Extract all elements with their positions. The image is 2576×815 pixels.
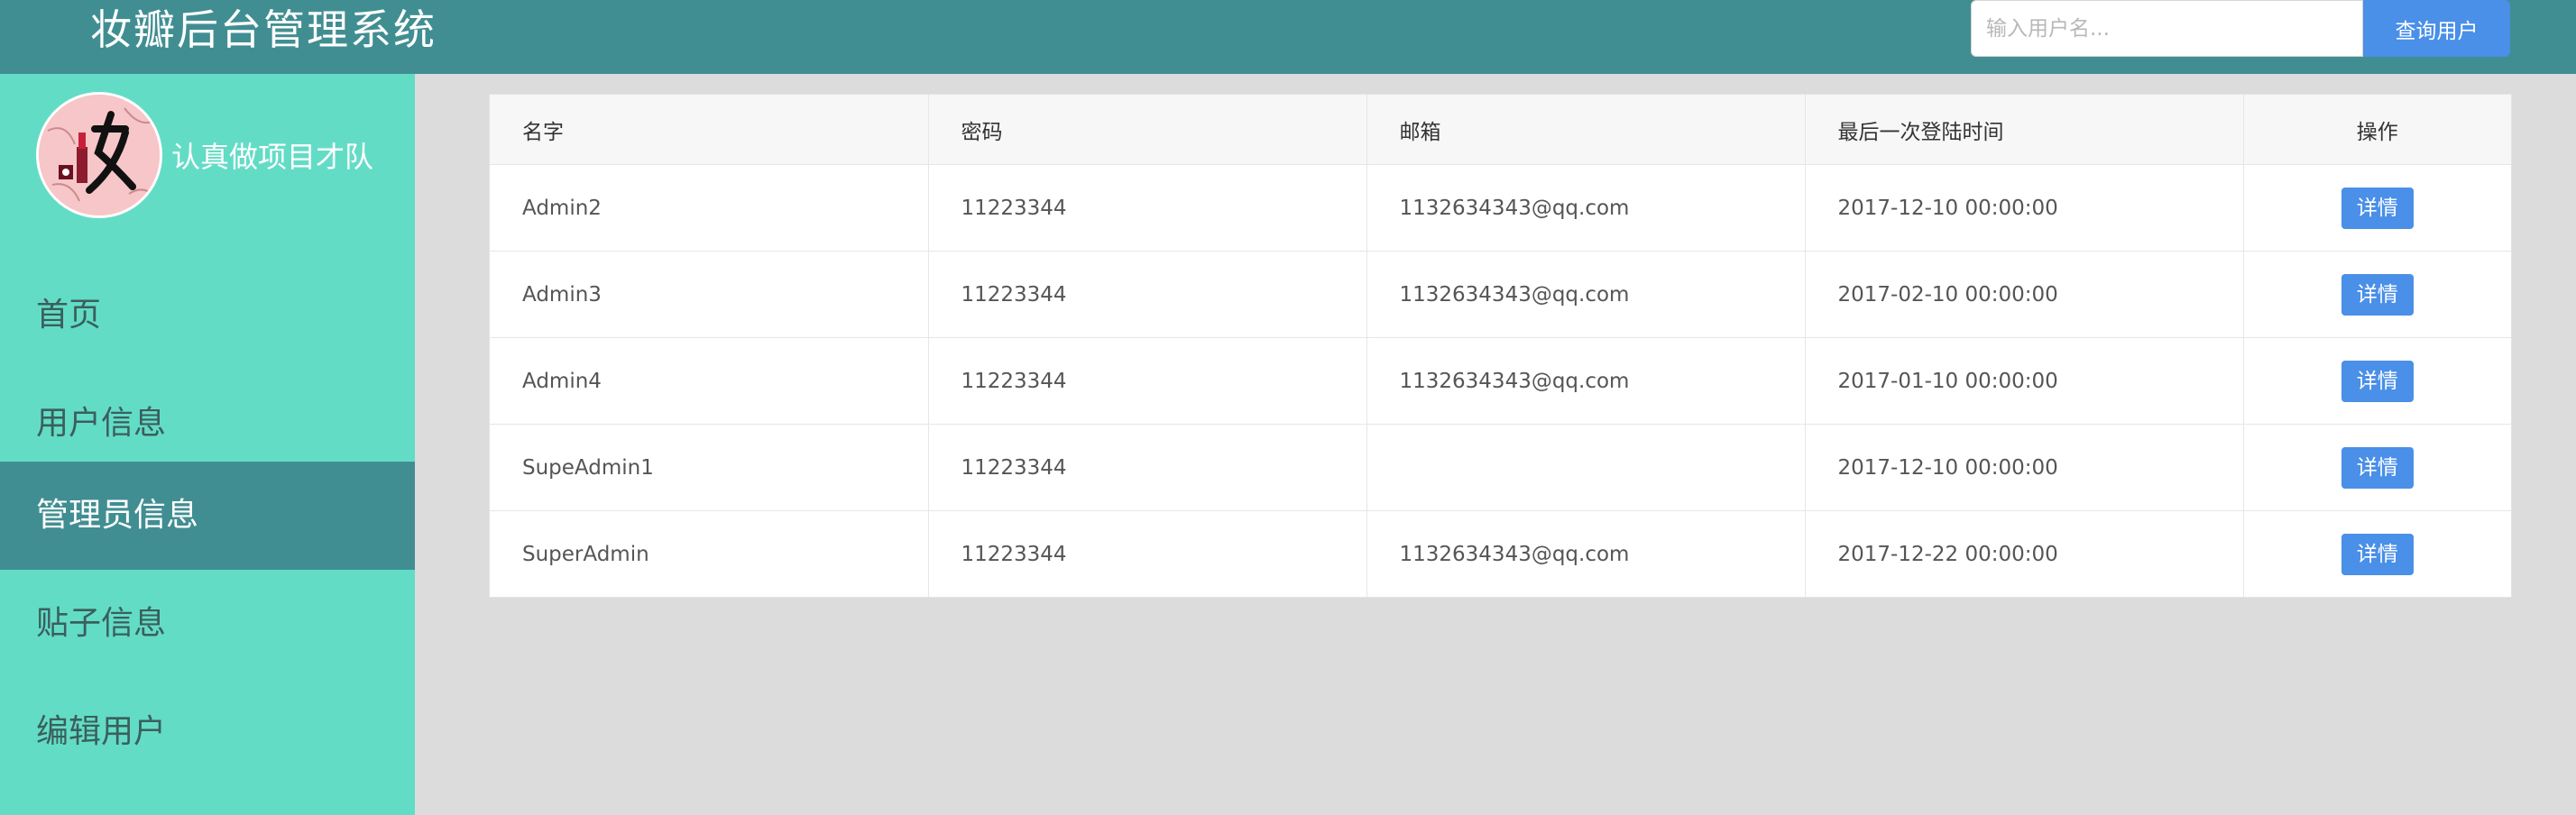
table-row: Admin3 11223344 1132634343@qq.com 2017-0… xyxy=(490,251,2511,338)
cell-action: 详情 xyxy=(2243,251,2511,338)
team-name: 认真做项目才队 xyxy=(171,140,374,174)
table-row: SuperAdmin 11223344 1132634343@qq.com 20… xyxy=(490,510,2511,598)
cell-email: 1132634343@qq.com xyxy=(1366,510,1806,597)
column-header-email: 邮箱 xyxy=(1366,95,1806,165)
sidebar: 认真做项目才队 首页 用户信息 管理员信息 贴子信息 编辑用户 xyxy=(0,74,415,815)
app-title: 妆瓣后台管理系统 xyxy=(90,5,437,54)
cell-email xyxy=(1366,424,1806,511)
details-button[interactable]: 详情 xyxy=(2341,273,2414,316)
table-row: Admin2 11223344 1132634343@qq.com 2017-1… xyxy=(490,164,2511,252)
sidebar-item-home[interactable]: 首页 xyxy=(0,261,415,370)
username-search-input[interactable] xyxy=(1971,0,2363,57)
cell-last-login: 2017-12-10 00:00:00 xyxy=(1805,424,2244,511)
sidebar-item-admin-info[interactable]: 管理员信息 xyxy=(0,462,415,570)
makeup-logo-icon xyxy=(36,92,162,218)
details-button[interactable]: 详情 xyxy=(2341,187,2414,229)
cell-name: Admin2 xyxy=(490,164,929,252)
cell-name: SuperAdmin xyxy=(490,510,929,597)
cell-name: SupeAdmin1 xyxy=(490,424,929,511)
cell-last-login: 2017-01-10 00:00:00 xyxy=(1805,337,2244,425)
cell-password: 11223344 xyxy=(928,337,1367,425)
cell-last-login: 2017-12-10 00:00:00 xyxy=(1805,164,2244,252)
cell-email: 1132634343@qq.com xyxy=(1366,251,1806,338)
sidebar-item-post-info[interactable]: 贴子信息 xyxy=(0,570,415,678)
search-user-button[interactable]: 查询用户 xyxy=(2363,0,2510,57)
column-header-name: 名字 xyxy=(490,95,929,165)
cell-action: 详情 xyxy=(2243,424,2511,511)
cell-email: 1132634343@qq.com xyxy=(1366,337,1806,425)
details-button[interactable]: 详情 xyxy=(2341,360,2414,402)
table-row: SupeAdmin1 11223344 2017-12-10 00:00:00 … xyxy=(490,424,2511,511)
cell-action: 详情 xyxy=(2243,164,2511,252)
table-header-row: 名字 密码 邮箱 最后一次登陆时间 操作 xyxy=(490,95,2511,165)
sidebar-item-edit-user[interactable]: 编辑用户 xyxy=(0,678,415,786)
admin-table: 名字 密码 邮箱 最后一次登陆时间 操作 Admin2 11223344 113… xyxy=(489,94,2512,598)
table-row: Admin4 11223344 1132634343@qq.com 2017-0… xyxy=(490,337,2511,425)
cell-password: 11223344 xyxy=(928,251,1367,338)
cell-email: 1132634343@qq.com xyxy=(1366,164,1806,252)
details-button[interactable]: 详情 xyxy=(2341,533,2414,575)
cell-password: 11223344 xyxy=(928,510,1367,597)
cell-password: 11223344 xyxy=(928,424,1367,511)
cell-password: 11223344 xyxy=(928,164,1367,252)
cell-action: 详情 xyxy=(2243,511,2511,598)
cell-last-login: 2017-12-22 00:00:00 xyxy=(1805,510,2244,597)
column-header-action: 操作 xyxy=(2243,95,2511,165)
cell-action: 详情 xyxy=(2243,337,2511,425)
cell-last-login: 2017-02-10 00:00:00 xyxy=(1805,251,2244,338)
details-button[interactable]: 详情 xyxy=(2341,446,2414,489)
cell-name: Admin3 xyxy=(490,251,929,338)
top-bar: 妆瓣后台管理系统 查询用户 xyxy=(0,0,2576,74)
cell-name: Admin4 xyxy=(490,337,929,425)
column-header-last-login: 最后一次登陆时间 xyxy=(1805,95,2244,165)
column-header-password: 密码 xyxy=(928,95,1367,165)
